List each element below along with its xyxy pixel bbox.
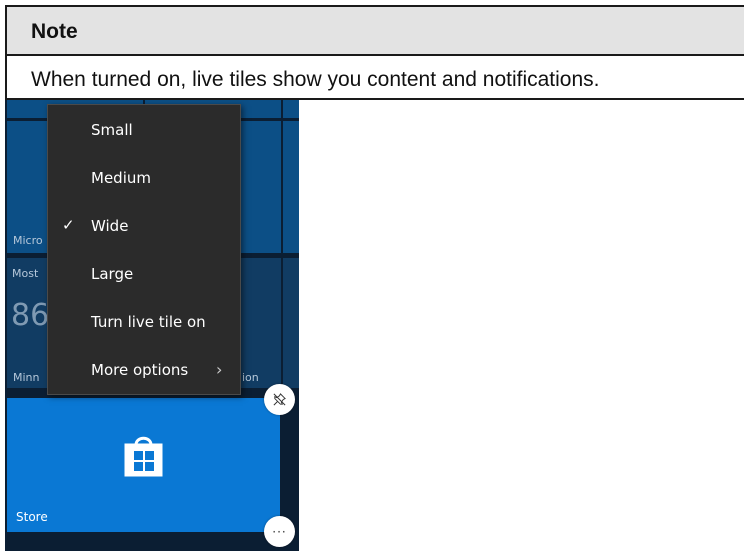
menu-item-turn-live-tile-on[interactable]: Turn live tile on [48, 299, 240, 347]
unpin-button[interactable] [264, 384, 295, 415]
store-tile[interactable]: Store [7, 398, 280, 532]
tile-row2-right[interactable] [283, 258, 299, 388]
menu-item-label: Large [91, 265, 134, 283]
menu-item-label: Wide [91, 217, 129, 235]
menu-item-label: More options [91, 361, 189, 379]
tile-top-right[interactable] [283, 100, 299, 118]
unpin-icon [273, 393, 286, 406]
note-header: Note [7, 7, 744, 56]
menu-item-label: Small [91, 121, 133, 139]
note-text: When turned on, live tiles show you cont… [31, 68, 600, 91]
more-options-button[interactable]: ··· [264, 516, 295, 547]
store-tile-label: Store [16, 510, 48, 524]
menu-item-wide[interactable]: ✓ Wide [48, 203, 240, 251]
note-box: Note When turned on, live tiles show you… [5, 5, 744, 100]
menu-item-large[interactable]: Large [48, 251, 240, 299]
more-dots-icon: ··· [272, 524, 287, 539]
tile-most-label: Most [12, 267, 39, 280]
menu-item-medium[interactable]: Medium [48, 155, 240, 203]
tile-context-menu: Small Medium ✓ Wide Large Turn live tile… [47, 104, 241, 395]
tile-big-number: 86 [11, 298, 50, 333]
menu-item-label: Turn live tile on [91, 313, 206, 331]
tile-row1-right[interactable] [283, 121, 299, 253]
menu-item-small[interactable]: Small [48, 107, 240, 155]
start-menu-screenshot: Micro Most 86 Minn ion Store ··· Small M… [5, 100, 299, 551]
tile-micro-label: Micro [13, 234, 43, 247]
menu-item-label: Medium [91, 169, 151, 187]
tile-minn-label: Minn [13, 371, 40, 384]
menu-item-more-options[interactable]: More options › [48, 347, 240, 395]
chevron-right-icon: › [216, 360, 223, 379]
note-title: Note [31, 20, 78, 43]
tile-ion-label: ion [242, 371, 259, 384]
store-bag-icon [124, 436, 163, 477]
checkmark-icon: ✓ [62, 216, 75, 234]
